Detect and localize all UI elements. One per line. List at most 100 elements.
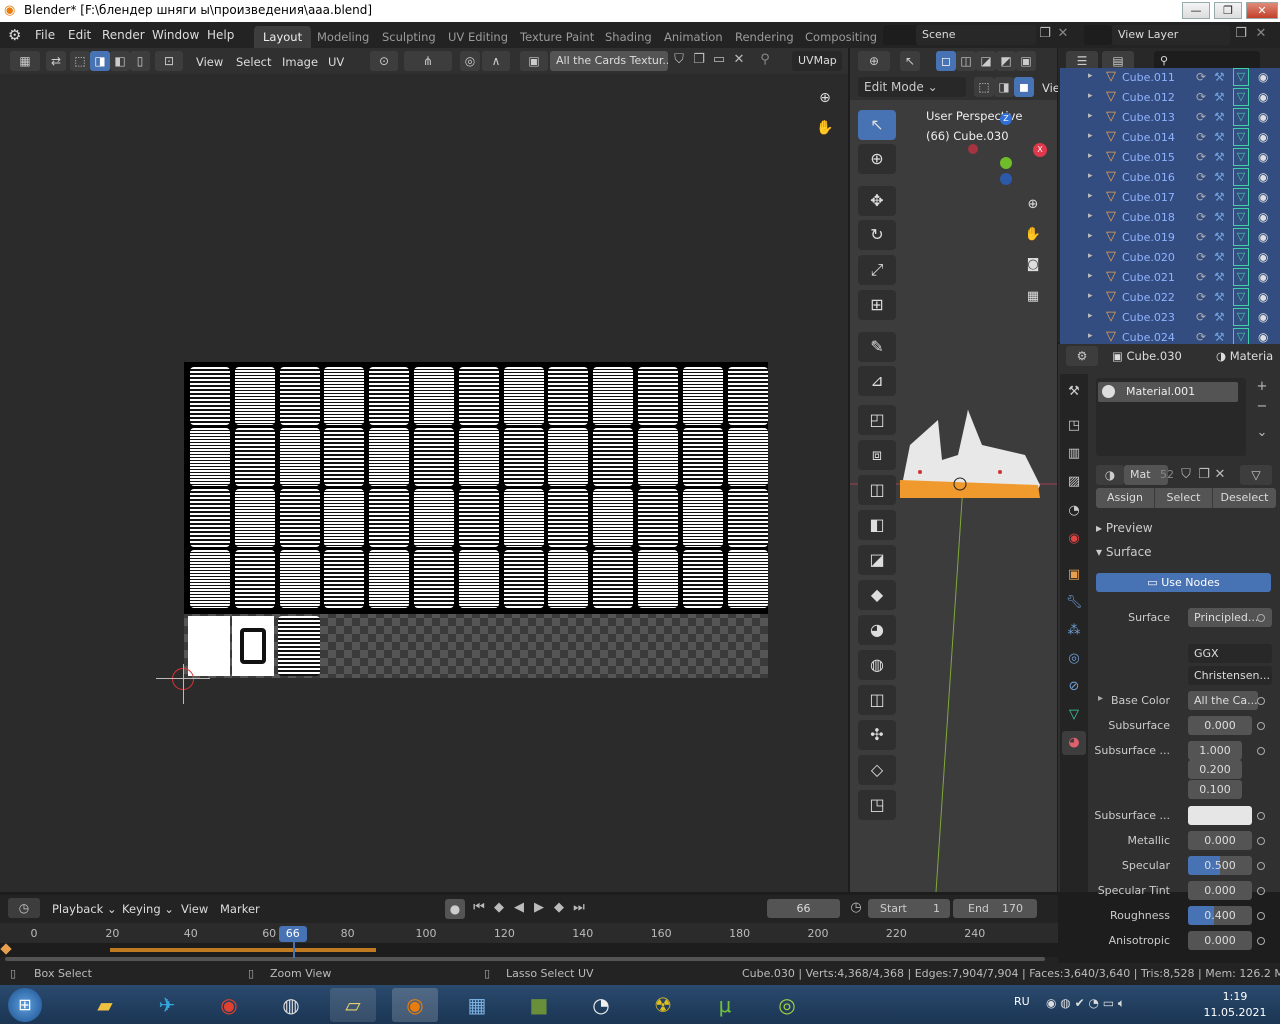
duplicate-material-icon[interactable]: ❐: [1196, 466, 1212, 484]
menu-help[interactable]: Help: [207, 28, 234, 42]
inset-tool-icon[interactable]: ◫: [858, 475, 896, 505]
eye-icon[interactable]: ◉: [1258, 130, 1268, 144]
outliner-item[interactable]: ▸ ▽ Cube.014 ⟳ ⚒ ▽ ◉: [1060, 128, 1280, 148]
preview-range-icon[interactable]: ◷: [847, 899, 865, 917]
outliner-item[interactable]: ▸ ▽ Cube.012 ⟳ ⚒ ▽ ◉: [1060, 88, 1280, 108]
wrench-icon[interactable]: ⚒: [1214, 210, 1225, 224]
wrench-icon[interactable]: ⚒: [1214, 110, 1225, 124]
minimize-button[interactable]: —: [1182, 2, 1210, 19]
maximize-button[interactable]: ❐: [1214, 2, 1242, 19]
material-users-count[interactable]: 52: [1160, 468, 1174, 481]
select-intersect-icon[interactable]: ◩: [996, 51, 1016, 71]
mesh-data-icon[interactable]: ▽: [1233, 108, 1249, 126]
specular-slider[interactable]: 0.500: [1188, 856, 1252, 875]
steam-taskbar-icon[interactable]: ◍: [268, 988, 314, 1022]
new-scene-icon[interactable]: ❐: [1036, 25, 1054, 43]
wrench-icon[interactable]: ⚒: [1214, 90, 1225, 104]
fake-user-shield-icon[interactable]: ⛉: [1178, 466, 1194, 484]
timeline-menu-view[interactable]: View: [181, 902, 208, 916]
select-subtract-icon[interactable]: ◪: [976, 51, 996, 71]
modifier-icon[interactable]: ⟳: [1196, 230, 1206, 244]
unlink-image-icon[interactable]: ✕: [730, 51, 748, 69]
preview-panel-header[interactable]: ▸ Preview: [1096, 521, 1153, 535]
pivot-icon[interactable]: ⊙: [370, 51, 398, 71]
search-app-taskbar-icon[interactable]: ◔: [578, 988, 624, 1022]
tray-icons[interactable]: ◉ ◍ ✔ ◔ ▭ 🔈︎: [1046, 996, 1125, 1011]
shear-tool-icon[interactable]: ◇: [858, 755, 896, 785]
modifier-icon[interactable]: ⟳: [1196, 270, 1206, 284]
tab-rendering[interactable]: Rendering: [726, 26, 803, 48]
eye-icon[interactable]: ◉: [1258, 210, 1268, 224]
jump-end-icon[interactable]: ⏭: [570, 899, 588, 917]
expand-icon[interactable]: ▸: [1088, 271, 1093, 281]
timeline-scrollbar[interactable]: [5, 957, 1045, 961]
modifier-icon[interactable]: ⟳: [1196, 250, 1206, 264]
modifier-icon[interactable]: ⟳: [1196, 130, 1206, 144]
base-color-field[interactable]: All the Ca...: [1188, 691, 1258, 710]
metallic-field[interactable]: 0.000: [1188, 831, 1252, 850]
surface-link-icon[interactable]: [1257, 614, 1265, 622]
wrench-icon[interactable]: ⚒: [1214, 310, 1225, 324]
mode-dropdown[interactable]: Edit Mode ⌄: [858, 77, 966, 97]
material-tab-icon[interactable]: ◕: [1062, 731, 1086, 755]
modifier-icon[interactable]: ⟳: [1196, 290, 1206, 304]
add-cube-tool-icon[interactable]: ◰: [858, 405, 896, 435]
pan-hand-icon[interactable]: ✋: [813, 116, 837, 140]
expand-icon[interactable]: ▸: [1088, 191, 1093, 201]
view-layer-selector-icon[interactable]: [1084, 25, 1112, 45]
timeline-editor-type-icon[interactable]: ◷: [8, 898, 40, 918]
play-icon[interactable]: ▶: [530, 899, 548, 917]
chrome-taskbar-icon[interactable]: ◉: [206, 988, 252, 1022]
anisotropic-link-icon[interactable]: [1257, 937, 1265, 945]
mesh-data-icon[interactable]: ▽: [1233, 148, 1249, 166]
telegram-taskbar-icon[interactable]: ✈: [144, 988, 190, 1022]
smooth-tool-icon[interactable]: ◫: [858, 685, 896, 715]
new-view-layer-icon[interactable]: ❐: [1232, 25, 1250, 43]
unlink-material-icon[interactable]: ✕: [1212, 466, 1228, 484]
image-browse-icon[interactable]: ▣: [520, 51, 548, 71]
metallic-link-icon[interactable]: [1257, 837, 1265, 845]
subsurface-color-swatch[interactable]: [1188, 806, 1252, 825]
expand-icon[interactable]: ▸: [1088, 171, 1093, 181]
wrench-icon[interactable]: ⚒: [1214, 270, 1225, 284]
expand-icon[interactable]: ▸: [1088, 311, 1093, 321]
jump-start-icon[interactable]: ⏮: [470, 899, 488, 917]
close-button[interactable]: ✕: [1246, 2, 1278, 19]
add-slot-icon[interactable]: +: [1252, 378, 1272, 396]
select-new-icon[interactable]: ◻: [936, 51, 956, 71]
scene-tab-icon[interactable]: ◔: [1062, 499, 1086, 523]
expand-icon[interactable]: ▸: [1088, 291, 1093, 301]
mesh-data-icon[interactable]: ▽: [1233, 228, 1249, 246]
start-button[interactable]: ⊞: [8, 988, 42, 1022]
mesh-data-icon[interactable]: ▽: [1233, 128, 1249, 146]
specular-tint-link-icon[interactable]: [1257, 887, 1265, 895]
knife-tool-icon[interactable]: ◆: [858, 580, 896, 610]
select-invert-icon[interactable]: ▣: [1016, 51, 1036, 71]
roughness-link-icon[interactable]: [1257, 912, 1265, 920]
subsurface-radius-y[interactable]: 0.200: [1188, 760, 1242, 779]
data-tab-icon[interactable]: ▽: [1062, 703, 1086, 727]
constraints-tab-icon[interactable]: ⊘: [1062, 675, 1086, 699]
tab-uv-editing[interactable]: UV Editing: [439, 26, 517, 48]
subsurface-color-link-icon[interactable]: [1257, 812, 1265, 820]
shrink-tool-icon[interactable]: ✣: [858, 720, 896, 750]
annotate-tool-icon[interactable]: ✎: [858, 332, 896, 362]
menu-image[interactable]: Image: [282, 55, 318, 69]
nuclear-taskbar-icon[interactable]: ☢: [640, 988, 686, 1022]
slot-specials-icon[interactable]: ⌄: [1252, 424, 1272, 442]
modifier-icon[interactable]: ⟳: [1196, 110, 1206, 124]
outliner-item[interactable]: ▸ ▽ Cube.011 ⟳ ⚒ ▽ ◉: [1060, 68, 1280, 88]
select-tool-mode-icon[interactable]: ↖: [900, 51, 920, 71]
modifier-icon[interactable]: ⟳: [1196, 170, 1206, 184]
world-tab-icon[interactable]: ◉: [1062, 527, 1086, 551]
clock-time[interactable]: 1:19: [1200, 990, 1270, 1003]
spin-tool-icon[interactable]: ◍: [858, 650, 896, 680]
eye-icon[interactable]: ◉: [1258, 70, 1268, 84]
edge-select-icon[interactable]: ◨: [90, 51, 110, 71]
new-image-icon[interactable]: ❐: [690, 51, 708, 69]
subsurface-field[interactable]: 0.000: [1188, 716, 1252, 735]
tab-sculpting[interactable]: Sculpting: [373, 26, 445, 48]
folder-taskbar-icon[interactable]: ▱: [330, 988, 376, 1022]
tool-tab-icon[interactable]: ⚒: [1062, 380, 1086, 404]
outliner-item[interactable]: ▸ ▽ Cube.015 ⟳ ⚒ ▽ ◉: [1060, 148, 1280, 168]
